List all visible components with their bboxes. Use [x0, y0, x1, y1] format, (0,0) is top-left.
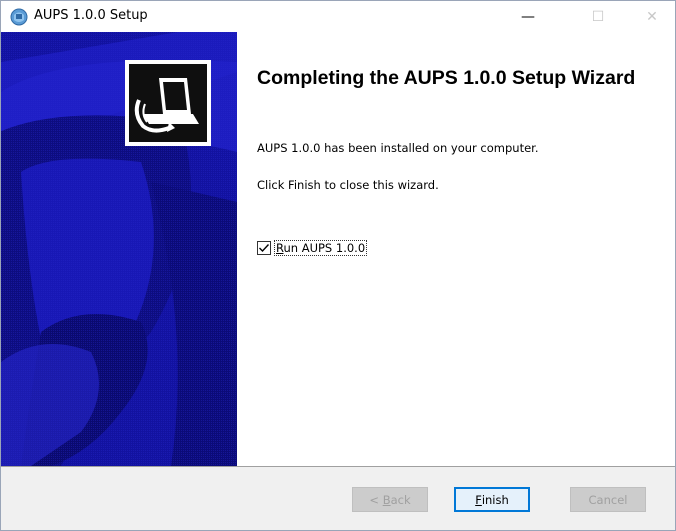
setup-window: AUPS 1.0.0 Setup — ☐ ✕ Completing the AU…: [0, 0, 676, 531]
close-button[interactable]: ✕: [629, 1, 675, 32]
run-app-checkbox[interactable]: Run AUPS 1.0.0: [257, 240, 368, 256]
setup-logo: [125, 60, 211, 146]
minimize-icon: —: [521, 8, 535, 25]
back-label-text: ack: [390, 492, 411, 507]
checkmark-icon: [259, 244, 270, 253]
window-title: AUPS 1.0.0 Setup: [34, 8, 148, 23]
back-button[interactable]: < Back: [352, 487, 428, 512]
close-icon: ✕: [646, 8, 658, 25]
page-title: Completing the AUPS 1.0.0 Setup Wizard: [257, 67, 636, 89]
finish-label-text: inish: [481, 492, 509, 507]
cancel-label: Cancel: [588, 492, 628, 507]
installed-message: AUPS 1.0.0 has been installed on your co…: [257, 141, 539, 155]
setup-computer-logo-icon: [129, 64, 207, 142]
installer-app-icon: [10, 8, 28, 26]
wizard-content: Completing the AUPS 1.0.0 Setup Wizard A…: [237, 32, 675, 466]
finish-instruction: Click Finish to close this wizard.: [257, 178, 439, 192]
finish-label-accelerator: F: [475, 492, 482, 507]
run-label-text: un AUPS 1.0.0: [283, 241, 366, 255]
cancel-button[interactable]: Cancel: [570, 487, 646, 512]
wizard-sidebar-banner: [1, 32, 237, 466]
button-bar: < Back Finish Cancel: [1, 466, 675, 530]
minimize-button[interactable]: —: [505, 1, 551, 32]
title-bar[interactable]: AUPS 1.0.0 Setup — ☐ ✕: [1, 1, 675, 32]
finish-button[interactable]: Finish: [454, 487, 530, 512]
maximize-icon: ☐: [591, 8, 605, 25]
run-checkbox-label[interactable]: Run AUPS 1.0.0: [274, 240, 368, 256]
back-label-accelerator: B: [382, 492, 391, 507]
run-checkbox-box[interactable]: [257, 241, 271, 255]
back-label-prefix: <: [369, 492, 383, 507]
maximize-button[interactable]: ☐: [575, 1, 621, 32]
